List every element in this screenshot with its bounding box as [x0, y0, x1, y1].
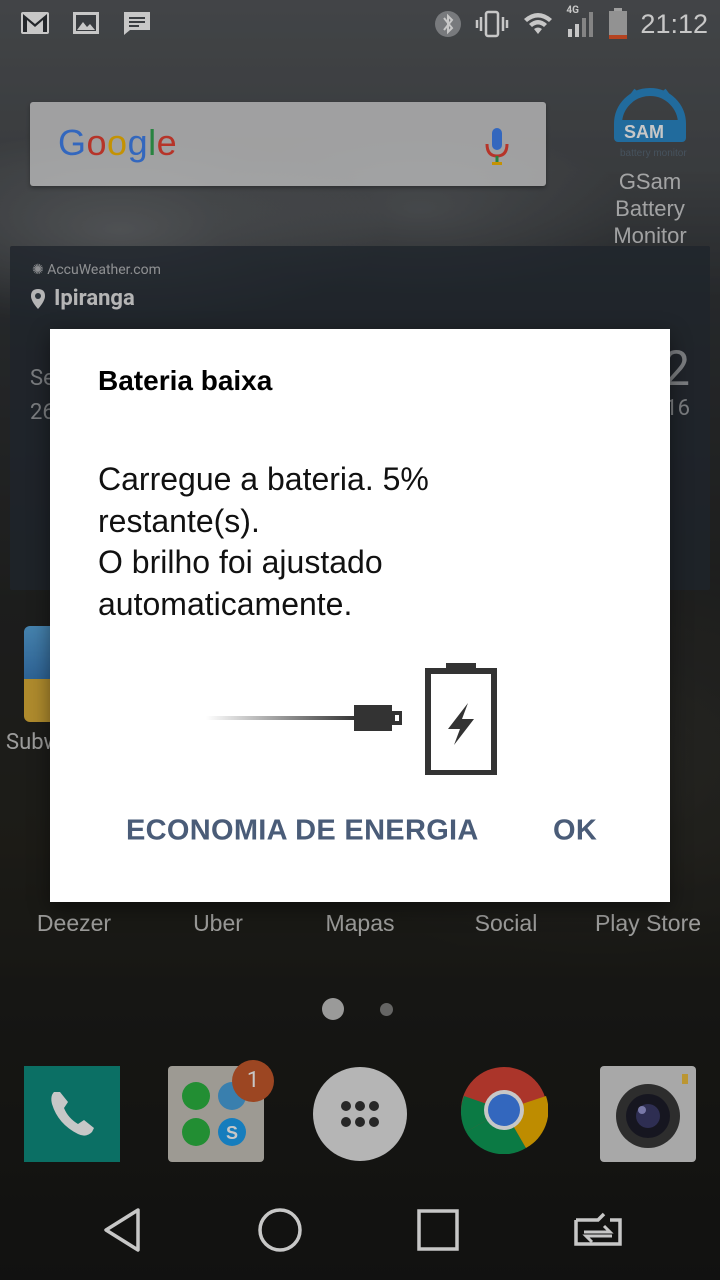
dialog-message: Carregue a bateria. 5% restante(s). O br…	[98, 459, 638, 625]
dialog-title: Bateria baixa	[98, 365, 273, 396]
dialog-message-line: automaticamente.	[98, 585, 353, 622]
low-battery-dialog: Bateria baixa Carregue a bateria. 5% res…	[50, 329, 670, 902]
ok-button[interactable]: OK	[553, 815, 597, 848]
dialog-message-line: Carregue a bateria. 5%	[98, 461, 429, 497]
dialog-message-line: restante(s).	[98, 502, 260, 539]
power-saving-button[interactable]: ECONOMIA DE ENERGIA	[126, 815, 479, 848]
dialog-message-line: O brilho foi ajustado	[98, 544, 383, 580]
charging-illustration-icon	[206, 663, 497, 775]
